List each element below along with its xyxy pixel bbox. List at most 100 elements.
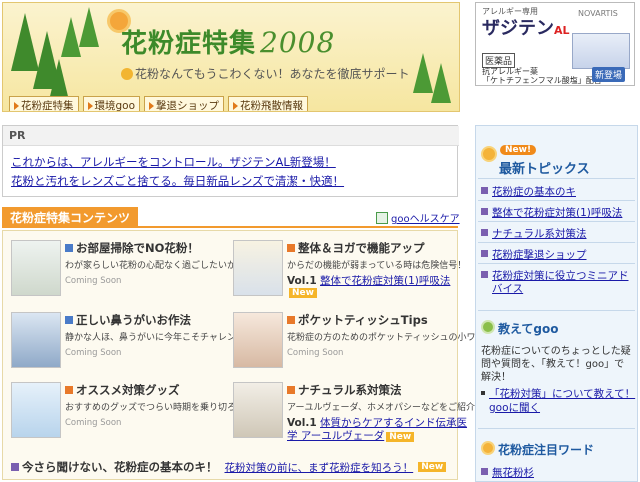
topic-item[interactable]: 花粉症の基本のキ: [481, 184, 576, 199]
content-item[interactable]: 整体＆ヨガで機能アップ からだの機能が弱まっている時は危険信号！ Vol.1 整…: [233, 240, 466, 316]
topic-item-cont[interactable]: バイス: [492, 281, 523, 296]
oshiete-link-cont[interactable]: gooに聞く: [489, 400, 540, 415]
coming-soon-label: Coming Soon: [65, 418, 122, 428]
content-title-text: 正しい鼻うがいお作法: [76, 313, 191, 327]
flower-icon: [121, 68, 133, 80]
new-badge: New: [289, 288, 317, 298]
oshiete-goo-title: 教えてgoo: [498, 322, 559, 336]
natural-care-photo: [233, 382, 283, 438]
flower-icon: [481, 146, 497, 162]
banner-year: 2008: [260, 26, 336, 59]
topic-item[interactable]: ナチュラル系対策法: [481, 226, 587, 241]
pr-box: PR これからは、アレルギーをコントロール。ザジテンAL新登場！ 花粉と汚れをレ…: [2, 125, 459, 197]
topic-item[interactable]: 花粉症撃退ショップ: [481, 247, 587, 262]
content-desc: わが家らしい花粉の心配なく過ごしたいから。: [65, 261, 255, 271]
topic-label: 花粉症の基本のキ: [492, 186, 576, 198]
nav-feature[interactable]: 花粉症特集: [9, 96, 79, 112]
content-desc: アーユルヴェーダ、ホメオパシーなどをご紹介。: [287, 403, 485, 413]
bullet-icon: [65, 386, 73, 394]
oshiete-link-text-2: gooに聞く: [489, 402, 541, 414]
topic-item[interactable]: 整体で花粉症対策(1)呼吸法: [481, 205, 622, 220]
divider: [478, 310, 635, 311]
yoga-photo: [233, 240, 283, 296]
banner-nav: 花粉症特集 環境goo 撃退ショップ 花粉飛散情報: [9, 96, 309, 112]
banner-title: 花粉症特集 2008: [121, 23, 335, 60]
bullet-icon: [287, 316, 295, 324]
arrow-icon: [149, 101, 155, 110]
divider: [478, 200, 635, 201]
content-item[interactable]: ナチュラル系対策法 アーユルヴェーダ、ホメオパシーなどをご紹介。 Vol.1 体…: [233, 382, 484, 458]
keyword-flower-icon: [481, 441, 495, 455]
divider: [478, 178, 635, 179]
oshiete-goo-text: 花粉症についてのちょっとした疑問や質問を、「教えて！goo」で解決！: [481, 346, 631, 383]
ad-new-button[interactable]: 新登場: [592, 67, 626, 82]
divider: [478, 221, 635, 222]
banner-subtitle-text: 花粉なんてもうこわくない！あなたを徹底サポート: [135, 67, 410, 81]
oshiete-goo-icon: [481, 320, 495, 334]
nav-shop[interactable]: 撃退ショップ: [144, 96, 225, 112]
ad-name-text: ザジテン: [482, 18, 554, 39]
new-badge: New: [418, 462, 447, 472]
goo-healthcare-link[interactable]: gooヘルスケア: [376, 210, 460, 225]
bullet-icon: [481, 187, 488, 194]
content-desc: 静かな人ほ、鼻うがいに今年こそチャレンジ。: [65, 333, 254, 343]
keyword-label: 無花粉杉: [492, 467, 534, 479]
cedar-tree-icon: [61, 17, 81, 57]
bullet-icon: [481, 229, 488, 236]
goo-healthcare-label: gooヘルスケア: [391, 214, 460, 225]
topics-title: 最新トピックス: [499, 162, 590, 177]
keyword-item[interactable]: 無花粉杉: [481, 465, 534, 480]
bullet-icon: [481, 271, 488, 278]
coming-soon-label: Coming Soon: [287, 348, 344, 358]
pr-link-zaditen[interactable]: これからは、アレルギーをコントロール。ザジテンAL新登場！: [11, 154, 336, 170]
nav-label: 花粉症特集: [21, 100, 74, 112]
product-box-image: [572, 33, 630, 69]
content-item[interactable]: ポケットティッシュTips 花粉症の方のためのポケットティッシュの小ワザ集。 C…: [233, 312, 502, 388]
nav-kankyo-goo[interactable]: 環境goo: [82, 96, 141, 112]
arrow-icon: [14, 101, 19, 110]
cedar-tree-icon: [431, 63, 451, 103]
feature-banner[interactable]: 花粉症特集 2008 花粉なんてもうこわくない！あなたを徹底サポート 花粉症特集 …: [2, 2, 460, 112]
content-desc: おすすめのグッズでつらい時期を乗り切ろう！: [65, 403, 255, 413]
bullet-icon: [481, 468, 488, 475]
bullet-icon: [287, 386, 295, 394]
plus-icon: [376, 211, 388, 224]
contents-box: お部屋掃除でNO花粉！ わが家らしい花粉の心配なく過ごしたいから。 Coming…: [2, 230, 502, 480]
volume-line-2: 学 アーユルヴェーダ New: [287, 428, 415, 443]
content-desc: からだの機能が弱まっている時は危険信号！: [287, 261, 467, 271]
content-title: ナチュラル系対策法: [287, 382, 402, 398]
topic-label: 整体で花粉症対策(1)呼吸法: [492, 207, 623, 219]
pr-link-lens[interactable]: 花粉と汚れをレンズごと捨てる。毎日新品レンズで清潔・快適！: [11, 173, 344, 189]
content-title-text: 整体＆ヨガで機能アップ: [298, 241, 425, 255]
content-item[interactable]: お部屋掃除でNO花粉！ わが家らしい花粉の心配なく過ごしたいから。 Coming…: [11, 240, 254, 316]
basics-title: 今さら聞けない、花粉症の基本のキ！: [22, 460, 218, 474]
nose-rinse-photo: [11, 312, 61, 368]
ayurveda-link-2[interactable]: 学 アーユルヴェーダ: [287, 430, 384, 442]
water-bottles-photo: [11, 382, 61, 438]
keywords-title: 花粉症注目ワード: [498, 443, 595, 457]
nav-label: 撃退ショップ: [156, 100, 220, 112]
divider: [478, 263, 635, 264]
contents-tab-line: [2, 226, 458, 228]
content-title: ポケットティッシュTips: [287, 312, 428, 328]
content-title: お部屋掃除でNO花粉！: [65, 240, 199, 256]
content-desc: 花粉症の方のためのポケットティッシュの小ワザ集。: [287, 333, 503, 343]
ad-line2: 「ケトチフェンフマル酸塩」配合: [482, 76, 602, 85]
arrow-icon: [233, 101, 239, 110]
nav-pollen-info[interactable]: 花粉飛散情報: [228, 96, 309, 111]
coming-soon-label: Coming Soon: [65, 276, 122, 286]
new-line: New: [287, 286, 317, 298]
content-item[interactable]: 正しい鼻うがいお作法 静かな人ほ、鼻うがいに今年こそチャレンジ。 Coming …: [11, 312, 254, 388]
basics-line: 今さら聞けない、花粉症の基本のキ！ 花粉対策の前に、まず花粉症を知ろう！ New: [11, 459, 447, 475]
content-title: 整体＆ヨガで機能アップ: [287, 240, 425, 256]
nav-label: 環境goo: [94, 100, 136, 112]
bullet-icon: [65, 316, 73, 324]
oshiete-link[interactable]: 「花粉対策」について教えて！: [481, 386, 635, 401]
content-title-text: ポケットティッシュTips: [298, 313, 428, 327]
seitai-breathing-link[interactable]: 整体で花粉症対策(1)呼吸法: [320, 275, 450, 287]
content-title-text: ナチュラル系対策法: [298, 383, 402, 397]
content-title-text: オススメ対策グッズ: [76, 383, 180, 397]
coming-soon-label: Coming Soon: [65, 348, 122, 358]
content-item[interactable]: オススメ対策グッズ おすすめのグッズでつらい時期を乗り切ろう！ Coming S…: [11, 382, 254, 458]
basics-link[interactable]: 花粉対策の前に、まず花粉症を知ろう！: [225, 460, 414, 475]
